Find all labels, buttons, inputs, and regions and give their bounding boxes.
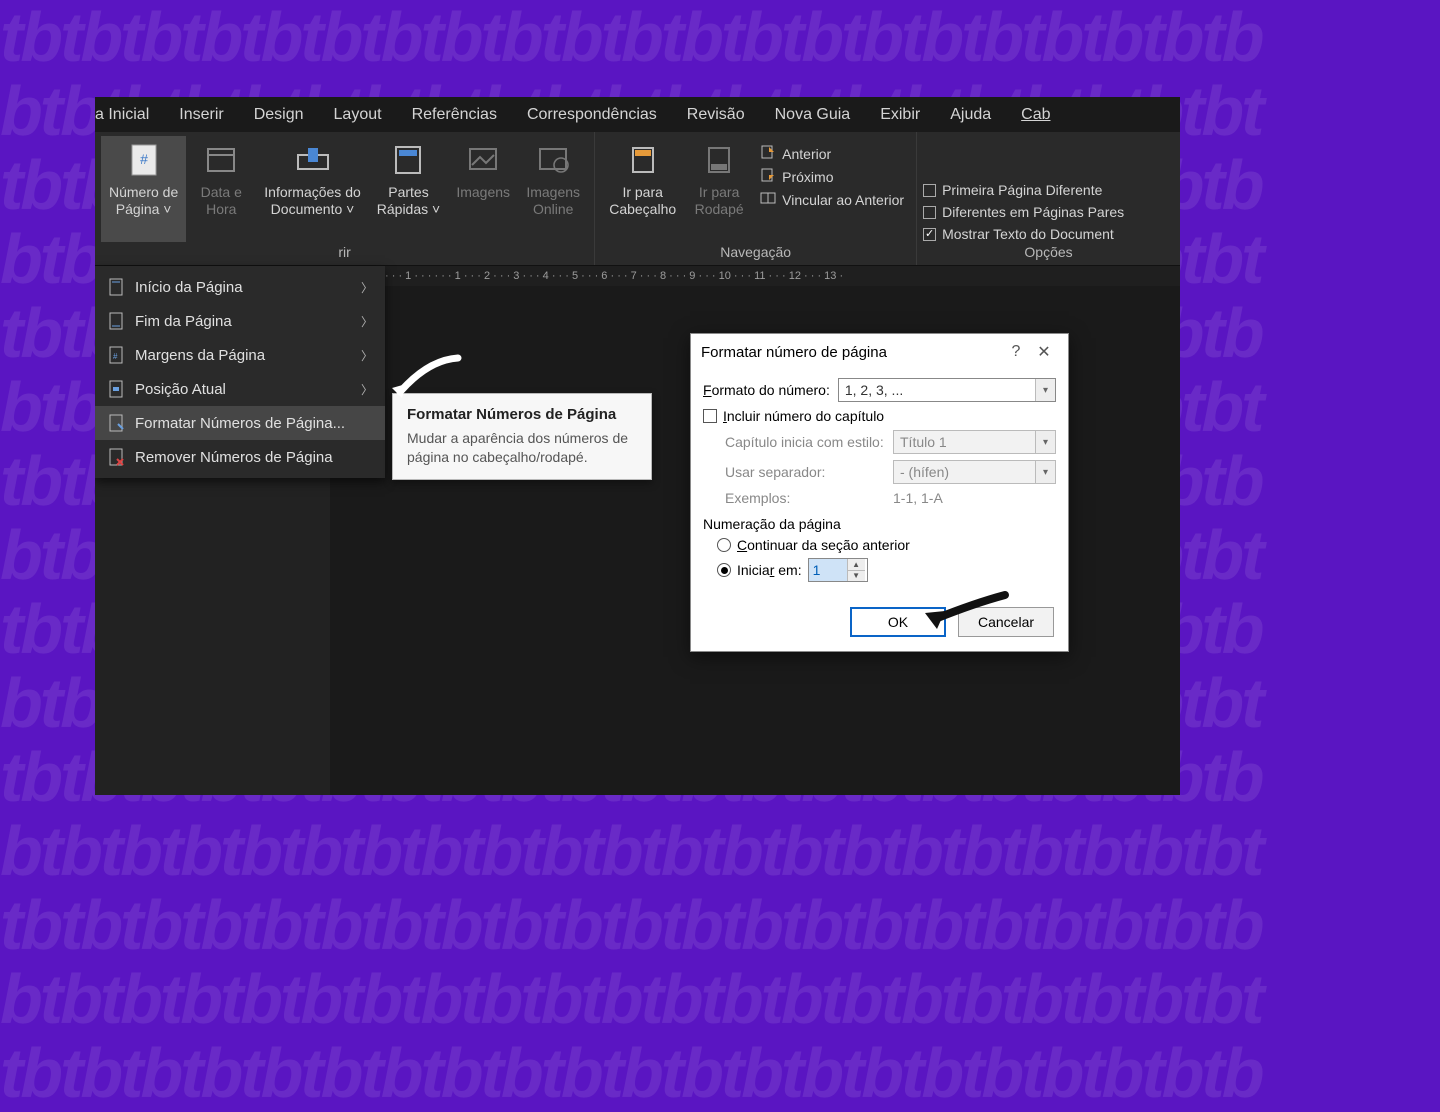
goto-header-icon [623, 140, 663, 180]
dialog-close-button[interactable]: ✕ [1030, 342, 1058, 362]
date-time-button[interactable]: Data eHora [186, 136, 256, 242]
checkbox-icon [703, 409, 717, 423]
chevron-right-icon: 〉 [361, 279, 373, 296]
page-number-dropdown: Início da Página 〉 Fim da Página 〉 # Mar… [95, 266, 385, 478]
checkbox-icon [923, 206, 936, 219]
start-at-input[interactable] [809, 559, 847, 581]
dd-top-of-page[interactable]: Início da Página 〉 [95, 270, 385, 304]
format-page-number-dialog: Formatar número de página ? ✕ Formato do… [690, 333, 1069, 652]
group-label-options: Opções [917, 242, 1180, 265]
nav-previous[interactable]: Anterior [760, 144, 904, 163]
dd-format-page-numbers[interactable]: Formatar Números de Página... [95, 406, 385, 440]
goto-header-button[interactable]: Ir paraCabeçalho [601, 136, 684, 242]
remove-page-numbers-icon [107, 448, 125, 466]
tooltip-title: Formatar Números de Página [407, 406, 637, 423]
opt-first-page-diff[interactable]: Primeira Página Diferente [923, 182, 1174, 198]
tab-view[interactable]: Exibir [865, 97, 935, 132]
separator-select: - (hífen) ▾ [893, 460, 1056, 484]
dd-page-margins[interactable]: # Margens da Página 〉 [95, 338, 385, 372]
chapter-style-label: Capítulo inicia com estilo: [725, 434, 885, 450]
opt-odd-even-diff[interactable]: Diferentes em Páginas Pares [923, 204, 1174, 220]
word-window: a Inicial Inserir Design Layout Referênc… [95, 97, 1180, 795]
page-bottom-icon [107, 312, 125, 330]
tab-home[interactable]: a Inicial [95, 97, 164, 132]
svg-text:#: # [113, 352, 118, 361]
chevron-right-icon: 〉 [361, 381, 373, 398]
cancel-button[interactable]: Cancelar [958, 607, 1054, 637]
chevron-right-icon: 〉 [361, 347, 373, 364]
checkbox-icon [923, 184, 936, 197]
doc-info-button[interactable]: Informações doDocumento ˅ [256, 136, 369, 242]
checkbox-checked-icon [923, 228, 936, 241]
dialog-help-button[interactable]: ? [1002, 343, 1030, 361]
dd-bottom-of-page[interactable]: Fim da Página 〉 [95, 304, 385, 338]
chevron-down-icon: ▾ [1035, 461, 1055, 483]
ok-button[interactable]: OK [850, 607, 946, 637]
number-format-select[interactable]: 1, 2, 3, ... ▾ [838, 378, 1056, 402]
radio-icon [717, 538, 731, 552]
radio-start-at[interactable]: Iniciar em: ▲ ▼ [717, 558, 1056, 582]
separator-label: Usar separador: [725, 464, 885, 480]
page-number-label1: Número de [109, 184, 178, 200]
nav-next[interactable]: Próximo [760, 167, 904, 186]
group-label-nav: Navegação [595, 242, 916, 265]
image-icon [463, 140, 503, 180]
spinner-up-icon[interactable]: ▲ [848, 559, 865, 571]
page-number-label2: Página ˅ [116, 201, 172, 217]
calendar-icon [201, 140, 241, 180]
ribbon-tabs: a Inicial Inserir Design Layout Referênc… [95, 97, 1180, 132]
quick-parts-icon [388, 140, 428, 180]
nav-link-previous[interactable]: Vincular ao Anterior [760, 190, 904, 209]
spinner-down-icon[interactable]: ▼ [848, 571, 865, 582]
goto-footer-button[interactable]: Ir paraRodapé [684, 136, 754, 242]
link-previous-icon [760, 190, 776, 209]
quick-parts-button[interactable]: PartesRápidas ˅ [369, 136, 448, 242]
examples-label: Exemplos: [725, 490, 885, 506]
dialog-title: Formatar número de página [701, 344, 887, 361]
chevron-down-icon: ▾ [1035, 431, 1055, 453]
page-number-button[interactable]: # Número dePágina ˅ [101, 136, 186, 242]
group-label-insert: rir [95, 242, 594, 265]
chevron-down-icon: ▾ [1035, 379, 1055, 401]
tab-help[interactable]: Ajuda [935, 97, 1006, 132]
examples-value: 1-1, 1-A [893, 490, 943, 506]
previous-icon [760, 144, 776, 163]
tab-newguide[interactable]: Nova Guia [760, 97, 866, 132]
tooltip-body: Mudar a aparência dos números de página … [407, 429, 637, 467]
images-button[interactable]: Imagens [448, 136, 518, 242]
chapter-style-select: Título 1 ▾ [893, 430, 1056, 454]
goto-footer-icon [699, 140, 739, 180]
doc-info-icon [293, 140, 333, 180]
online-images-button[interactable]: ImagensOnline [518, 136, 588, 242]
tab-design[interactable]: Design [239, 97, 319, 132]
format-page-numbers-icon [107, 414, 125, 432]
include-chapter-checkbox[interactable]: Incluir número do capítulo [703, 408, 1056, 424]
dd-current-position[interactable]: Posição Atual 〉 [95, 372, 385, 406]
tooltip-format-page-numbers: Formatar Números de Página Mudar a aparê… [392, 393, 652, 480]
dd-remove-page-numbers[interactable]: Remover Números de Página [95, 440, 385, 474]
radio-selected-icon [717, 563, 731, 577]
ribbon-content: # Número dePágina ˅ Data eHora Informaçõ… [95, 132, 1180, 266]
globe-image-icon [533, 140, 573, 180]
tab-mailings[interactable]: Correspondências [512, 97, 672, 132]
tab-header-tools[interactable]: Cab [1006, 97, 1065, 132]
page-current-icon [107, 380, 125, 398]
page-numbering-title: Numeração da página [703, 516, 1056, 532]
tab-references[interactable]: Referências [397, 97, 512, 132]
svg-text:#: # [140, 151, 148, 167]
start-at-spinner[interactable]: ▲ ▼ [808, 558, 868, 582]
page-top-icon [107, 278, 125, 296]
opt-show-doc-text[interactable]: Mostrar Texto do Document [923, 226, 1174, 242]
next-icon [760, 167, 776, 186]
tab-review[interactable]: Revisão [672, 97, 760, 132]
page-number-icon: # [124, 140, 164, 180]
tab-layout[interactable]: Layout [319, 97, 397, 132]
number-format-label: Formato do número: [703, 382, 830, 398]
tab-insert[interactable]: Inserir [164, 97, 238, 132]
page-margins-icon: # [107, 346, 125, 364]
chevron-right-icon: 〉 [361, 313, 373, 330]
radio-continue-previous[interactable]: Continuar da seção anterior [717, 537, 1056, 553]
